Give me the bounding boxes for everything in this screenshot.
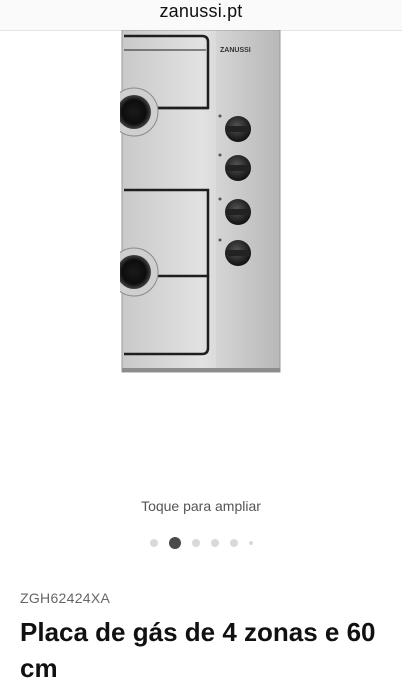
url-label[interactable]: zanussi.pt (0, 1, 402, 22)
brand-logo-mark: ZANUSSI (220, 47, 251, 54)
gallery-dot[interactable] (229, 539, 238, 547)
browser-address-bar[interactable]: zanussi.pt (0, 0, 402, 31)
gallery-dot[interactable] (191, 539, 200, 547)
gas-hob-photo-icon: ZANUSSI (120, 30, 281, 373)
zoom-hint: Toque para ampliar (141, 498, 261, 514)
product-image[interactable]: ZANUSSI (120, 30, 282, 374)
gallery-dot[interactable] (149, 539, 158, 547)
gallery-pagination (0, 536, 402, 550)
product-model-code: ZGH62424XA (20, 590, 111, 606)
gallery-dot[interactable] (210, 539, 219, 547)
gallery-dot-active[interactable] (168, 537, 181, 549)
gallery-dot[interactable] (248, 541, 253, 545)
product-title: Placa de gás de 4 zonas e 60 cm (20, 617, 376, 683)
